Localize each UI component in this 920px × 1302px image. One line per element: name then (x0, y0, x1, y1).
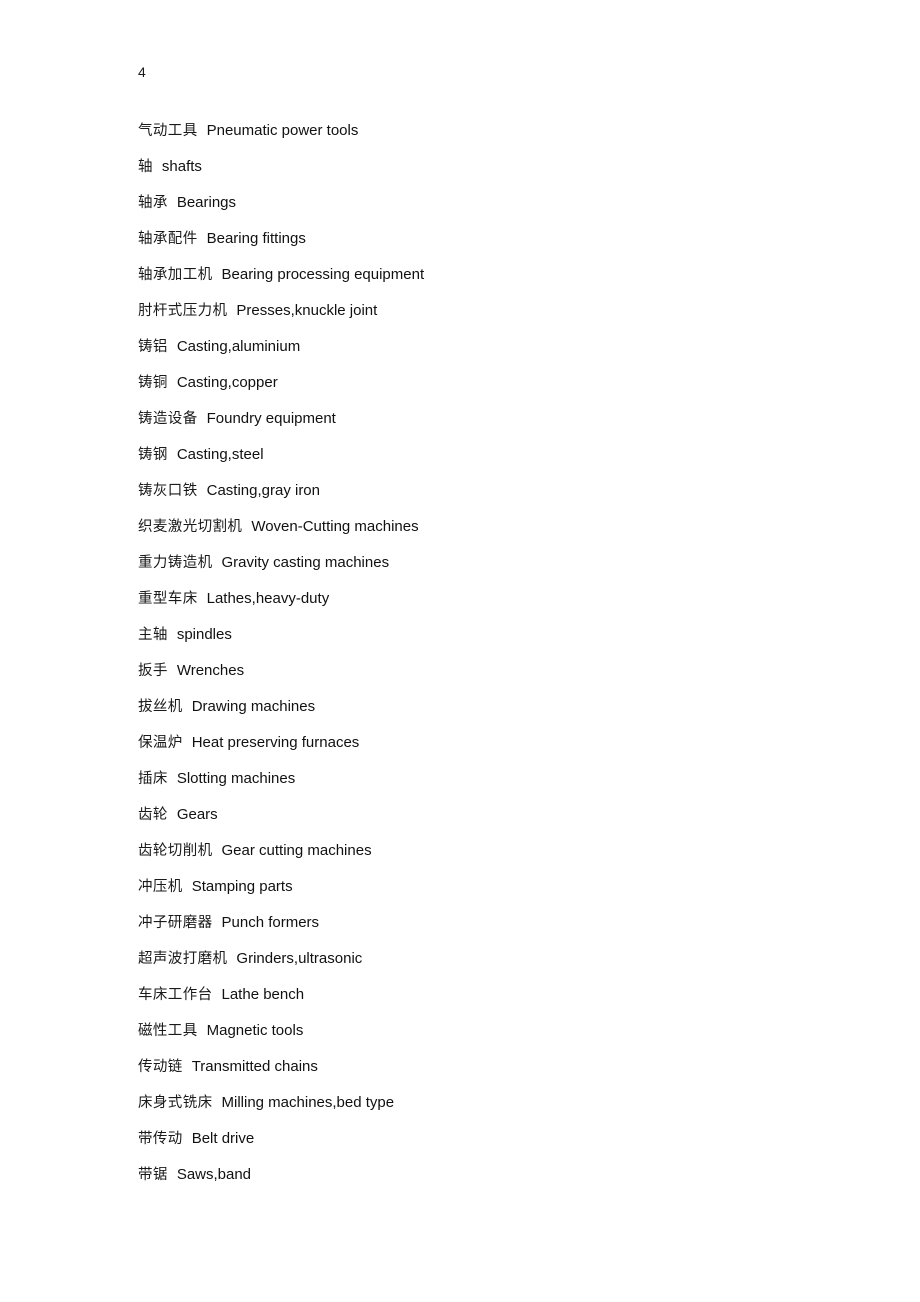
glossary-entry: 轴 shafts (138, 149, 838, 185)
glossary-entry: 床身式铣床 Milling machines,bed type (138, 1085, 838, 1121)
glossary-entry: 肘杆式压力机 Presses,knuckle joint (138, 293, 838, 329)
glossary-term-zh: 齿轮 (138, 807, 168, 823)
glossary-term-en: Drawing machines (191, 698, 316, 715)
glossary-term-zh: 铸灰口铁 (138, 483, 198, 499)
glossary-entry: 扳手 Wrenches (138, 653, 838, 689)
glossary-term-zh: 铸钢 (138, 447, 168, 463)
glossary-term-en: Slotting machines (176, 770, 296, 787)
glossary-entry: 轴承配件 Bearing fittings (138, 221, 838, 257)
glossary-list: 气动工具 Pneumatic power tools 轴 shafts 轴承 Bearin… (138, 113, 838, 1193)
glossary-term-en: Casting,gray iron (206, 482, 320, 499)
glossary-entry: 传动链 Transmitted chains (138, 1049, 838, 1085)
glossary-entry: 冲子研磨器 Punch formers (138, 905, 838, 941)
glossary-term-zh: 轴承配件 (138, 231, 198, 247)
glossary-term-en: Grinders,ultrasonic (236, 950, 363, 967)
glossary-term-en: Stamping parts (191, 878, 293, 895)
glossary-term-zh: 扳手 (138, 663, 168, 679)
glossary-term-zh: 超声波打磨机 (138, 951, 228, 967)
glossary-term-en: Lathes,heavy-duty (206, 590, 330, 607)
glossary-term-zh: 带锯 (138, 1167, 168, 1183)
glossary-term-zh: 轴承 (138, 195, 168, 211)
glossary-term-zh: 带传动 (138, 1131, 183, 1147)
glossary-term-zh: 冲压机 (138, 879, 183, 895)
glossary-entry: 织麦激光切割机 Woven-Cutting machines (138, 509, 838, 545)
glossary-entry: 超声波打磨机 Grinders,ultrasonic (138, 941, 838, 977)
glossary-term-zh: 重型车床 (138, 591, 198, 607)
glossary-term-en: Foundry equipment (206, 410, 336, 427)
glossary-term-zh: 保温炉 (138, 735, 183, 751)
glossary-term-en: Lathe bench (221, 986, 305, 1003)
glossary-term-en: Transmitted chains (191, 1058, 318, 1075)
page-number: 4 (138, 64, 146, 80)
glossary-term-en: Bearings (176, 194, 237, 211)
document-page: 4 气动工具 Pneumatic power tools 轴 shafts 轴承 Bear… (0, 0, 920, 1302)
glossary-entry: 磁性工具 Magnetic tools (138, 1013, 838, 1049)
glossary-term-zh: 肘杆式压力机 (138, 303, 228, 319)
glossary-term-zh: 重力铸造机 (138, 555, 213, 571)
glossary-term-zh: 床身式铣床 (138, 1095, 213, 1111)
glossary-term-zh: 传动链 (138, 1059, 183, 1075)
glossary-entry: 铸造设备 Foundry equipment (138, 401, 838, 437)
glossary-term-zh: 齿轮切削机 (138, 843, 213, 859)
glossary-term-en: Presses,knuckle joint (236, 302, 378, 319)
glossary-term-en: Magnetic tools (206, 1022, 304, 1039)
glossary-term-en: Bearing processing equipment (221, 266, 425, 283)
glossary-entry: 铸灰口铁 Casting,gray iron (138, 473, 838, 509)
glossary-term-en: Belt drive (191, 1130, 255, 1147)
glossary-term-en: Woven-Cutting machines (251, 518, 419, 535)
glossary-term-zh: 磁性工具 (138, 1023, 198, 1039)
glossary-entry: 齿轮 Gears (138, 797, 838, 833)
glossary-term-zh: 轴承加工机 (138, 267, 213, 283)
glossary-term-en: Casting,steel (176, 446, 264, 463)
glossary-term-en: Saws,band (176, 1166, 252, 1183)
glossary-entry: 重力铸造机 Gravity casting machines (138, 545, 838, 581)
glossary-entry: 带锯 Saws,band (138, 1157, 838, 1193)
glossary-term-zh: 铸铜 (138, 375, 168, 391)
glossary-term-en: Punch formers (221, 914, 320, 931)
glossary-entry: 车床工作台 Lathe bench (138, 977, 838, 1013)
glossary-term-en: Heat preserving furnaces (191, 734, 360, 751)
glossary-entry: 铸钢 Casting,steel (138, 437, 838, 473)
glossary-entry: 轴承加工机 Bearing processing equipment (138, 257, 838, 293)
glossary-entry: 轴承 Bearings (138, 185, 838, 221)
glossary-entry: 重型车床 Lathes,heavy-duty (138, 581, 838, 617)
glossary-entry: 铸铜 Casting,copper (138, 365, 838, 401)
glossary-term-en: Milling machines,bed type (221, 1094, 395, 1111)
glossary-term-zh: 铸铝 (138, 339, 168, 355)
glossary-term-en: Pneumatic power tools (206, 122, 359, 139)
glossary-term-en: Gear cutting machines (221, 842, 372, 859)
glossary-entry: 铸铝 Casting,aluminium (138, 329, 838, 365)
glossary-term-en: Wrenches (176, 662, 245, 679)
glossary-entry: 气动工具 Pneumatic power tools (138, 113, 838, 149)
glossary-entry: 齿轮切削机 Gear cutting machines (138, 833, 838, 869)
glossary-entry: 主轴 spindles (138, 617, 838, 653)
glossary-term-en: spindles (176, 626, 232, 643)
glossary-entry: 保温炉 Heat preserving furnaces (138, 725, 838, 761)
glossary-entry: 插床 Slotting machines (138, 761, 838, 797)
glossary-term-zh: 拔丝机 (138, 699, 183, 715)
glossary-term-zh: 主轴 (138, 627, 168, 643)
glossary-entry: 带传动 Belt drive (138, 1121, 838, 1157)
glossary-term-zh: 织麦激光切割机 (138, 519, 243, 535)
glossary-entry: 拔丝机 Drawing machines (138, 689, 838, 725)
glossary-term-zh: 冲子研磨器 (138, 915, 213, 931)
glossary-term-zh: 铸造设备 (138, 411, 198, 427)
glossary-term-zh: 车床工作台 (138, 987, 213, 1003)
glossary-term-en: Bearing fittings (206, 230, 306, 247)
glossary-term-zh: 插床 (138, 771, 168, 787)
glossary-term-zh: 轴 (138, 159, 153, 175)
glossary-term-en: Casting,aluminium (176, 338, 301, 355)
glossary-term-en: Gears (176, 806, 218, 823)
glossary-term-en: shafts (161, 158, 202, 175)
glossary-term-en: Casting,copper (176, 374, 278, 391)
glossary-term-en: Gravity casting machines (221, 554, 390, 571)
glossary-entry: 冲压机 Stamping parts (138, 869, 838, 905)
glossary-term-zh: 气动工具 (138, 123, 198, 139)
